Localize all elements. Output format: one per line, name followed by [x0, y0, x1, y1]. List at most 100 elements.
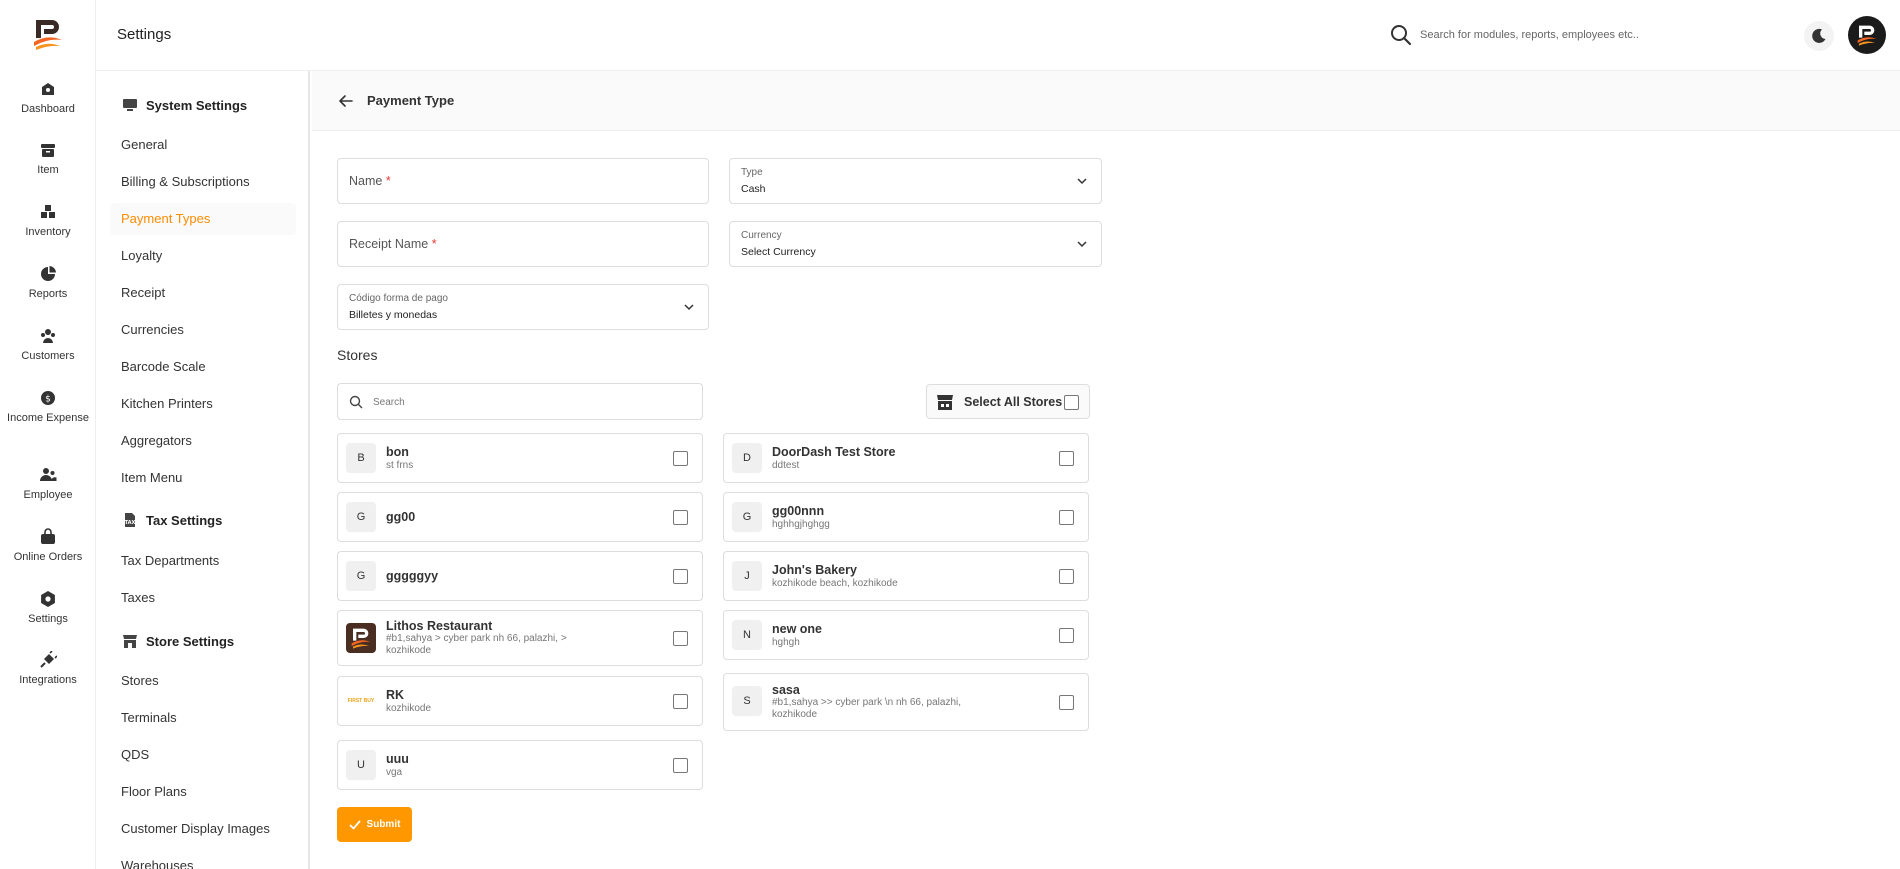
- global-search-input[interactable]: [1420, 22, 1720, 48]
- name-field[interactable]: Name *: [337, 158, 709, 204]
- store-card[interactable]: N new one hghgh: [723, 610, 1089, 660]
- store-checkbox[interactable]: [673, 694, 688, 709]
- sidebar-item-payment-types[interactable]: Payment Types: [110, 203, 296, 235]
- rail-dashboard[interactable]: Dashboard: [0, 80, 96, 116]
- store-checkbox[interactable]: [673, 451, 688, 466]
- store-address: #b1,sahya >> cyber park \n nh 66, palazh…: [772, 697, 962, 720]
- type-select[interactable]: Type Cash: [729, 158, 1102, 204]
- select-all-stores[interactable]: Select All Stores: [926, 384, 1090, 419]
- store-card[interactable]: FIRST BUY RK kozhikode: [337, 676, 703, 726]
- store-checkbox[interactable]: [673, 569, 688, 584]
- sidebar-item-aggregators[interactable]: Aggregators: [110, 425, 296, 457]
- sidebar-item-kitchen-printers[interactable]: Kitchen Printers: [110, 388, 296, 420]
- rail-inventory[interactable]: Inventory: [0, 203, 96, 239]
- icon-rail: Dashboard Item Inventory Reports Custome…: [0, 0, 96, 869]
- sidebar-item-receipt[interactable]: Receipt: [110, 277, 296, 309]
- rail-reports[interactable]: Reports: [0, 265, 96, 301]
- store-checkbox[interactable]: [673, 631, 688, 646]
- sidebar-item-billing[interactable]: Billing & Subscriptions: [110, 166, 296, 198]
- sidebar-item-stores[interactable]: Stores: [110, 665, 296, 697]
- monitor-icon: [123, 99, 137, 111]
- svg-text:TAX: TAX: [125, 520, 136, 526]
- store-name: John's Bakery: [772, 563, 857, 577]
- store-address: #b1,sahya > cyber park nh 66, palazhi, >…: [386, 633, 567, 656]
- store-search-input[interactable]: [373, 393, 673, 411]
- store-card[interactable]: G gg00nnn hghhgjhghgg: [723, 492, 1089, 542]
- store-name: new one: [772, 622, 823, 636]
- store-name: sasa: [772, 683, 800, 697]
- store-card[interactable]: U uuu vga: [337, 740, 703, 790]
- store-icon: [937, 394, 953, 410]
- store-checkbox[interactable]: [673, 758, 688, 773]
- svg-text:$: $: [45, 395, 51, 405]
- rail-employee[interactable]: Employee: [0, 466, 96, 502]
- sidebar-item-item-menu[interactable]: Item Menu: [110, 462, 296, 494]
- store-checkbox[interactable]: [1059, 695, 1074, 710]
- store-card[interactable]: S sasa #b1,sahya >> cyber park \n nh 66,…: [723, 673, 1089, 731]
- brand-logo[interactable]: [30, 16, 66, 52]
- type-label: Type: [741, 167, 763, 178]
- currency-select[interactable]: Currency Select Currency: [729, 221, 1102, 267]
- sidebar-item-loyalty[interactable]: Loyalty: [110, 240, 296, 272]
- select-all-checkbox[interactable]: [1064, 395, 1079, 410]
- theme-toggle-button[interactable]: [1804, 21, 1834, 51]
- rail-integrations[interactable]: Integrations: [0, 651, 96, 687]
- sidebar-item-barcode-scale[interactable]: Barcode Scale: [110, 351, 296, 383]
- required-mark: *: [385, 174, 391, 188]
- sidebar-item-qds[interactable]: QDS: [110, 739, 296, 771]
- rail-customers[interactable]: Customers: [0, 327, 96, 363]
- rail-item[interactable]: Item: [0, 141, 96, 177]
- currency-label: Currency: [741, 230, 782, 241]
- plug-icon: [40, 651, 57, 668]
- sidebar-item-floor-plans[interactable]: Floor Plans: [110, 776, 296, 808]
- store-initial-badge: U: [346, 750, 376, 780]
- sidebar-item-currencies[interactable]: Currencies: [110, 314, 296, 346]
- store-card[interactable]: J John's Bakery kozhikode beach, kozhiko…: [723, 551, 1089, 601]
- store-card[interactable]: B bon st frns: [337, 433, 703, 483]
- store-checkbox[interactable]: [1059, 628, 1074, 643]
- store-card[interactable]: G gggggyy: [337, 551, 703, 601]
- store-address: hghgh: [772, 637, 800, 648]
- store-checkbox[interactable]: [673, 510, 688, 525]
- rail-income-expense[interactable]: $ Income Expense: [0, 389, 96, 425]
- sidebar-item-customer-display-images[interactable]: Customer Display Images: [110, 813, 296, 845]
- codigo-value: Billetes y monedas: [349, 309, 438, 321]
- store-name: gg00: [386, 510, 416, 524]
- store-initial-badge: D: [732, 443, 762, 473]
- store-logo: FIRST BUY: [346, 686, 376, 716]
- submit-button[interactable]: Submit: [337, 807, 412, 842]
- sidebar-item-general[interactable]: General: [110, 129, 296, 161]
- moon-icon: [1812, 28, 1826, 43]
- store-card[interactable]: G gg00: [337, 492, 703, 542]
- store-checkbox[interactable]: [1059, 510, 1074, 525]
- codigo-forma-pago-select[interactable]: Código forma de pago Billetes y monedas: [337, 284, 709, 330]
- store-checkbox[interactable]: [1059, 451, 1074, 466]
- store-name: Lithos Restaurant: [386, 619, 493, 633]
- currency-value: Select Currency: [741, 246, 816, 258]
- store-initial-badge: S: [732, 686, 762, 716]
- user-avatar[interactable]: [1848, 16, 1886, 54]
- rail-settings[interactable]: Settings: [0, 590, 96, 626]
- sidebar-item-terminals[interactable]: Terminals: [110, 702, 296, 734]
- store-search[interactable]: [337, 383, 703, 420]
- back-arrow-icon[interactable]: [338, 93, 354, 109]
- users-icon: [41, 329, 55, 343]
- rail-online-orders[interactable]: Online Orders: [0, 528, 96, 564]
- sidebar-item-warehouses[interactable]: Warehouses: [110, 850, 296, 869]
- store-address: ddtest: [772, 460, 800, 471]
- store-checkbox[interactable]: [1059, 569, 1074, 584]
- store-address: kozhikode: [386, 703, 432, 714]
- content-header: Payment Type: [312, 71, 1900, 131]
- store-card[interactable]: Lithos Restaurant #b1,sahya > cyber park…: [337, 610, 703, 666]
- sidebar-item-tax-departments[interactable]: Tax Departments: [110, 545, 296, 577]
- store-initial-badge: G: [732, 502, 762, 532]
- sidebar-item-taxes[interactable]: Taxes: [110, 582, 296, 614]
- receipt-name-field[interactable]: Receipt Name *: [337, 221, 709, 267]
- tax-settings-heading: TAX Tax Settings: [122, 512, 223, 528]
- shopping-bag-icon: [41, 528, 55, 544]
- chevron-down-icon: [684, 304, 694, 311]
- codigo-label: Código forma de pago: [349, 293, 448, 304]
- search-icon[interactable]: [1390, 24, 1412, 46]
- store-card[interactable]: D DoorDash Test Store ddtest: [723, 433, 1089, 483]
- system-settings-heading: System Settings: [122, 97, 247, 113]
